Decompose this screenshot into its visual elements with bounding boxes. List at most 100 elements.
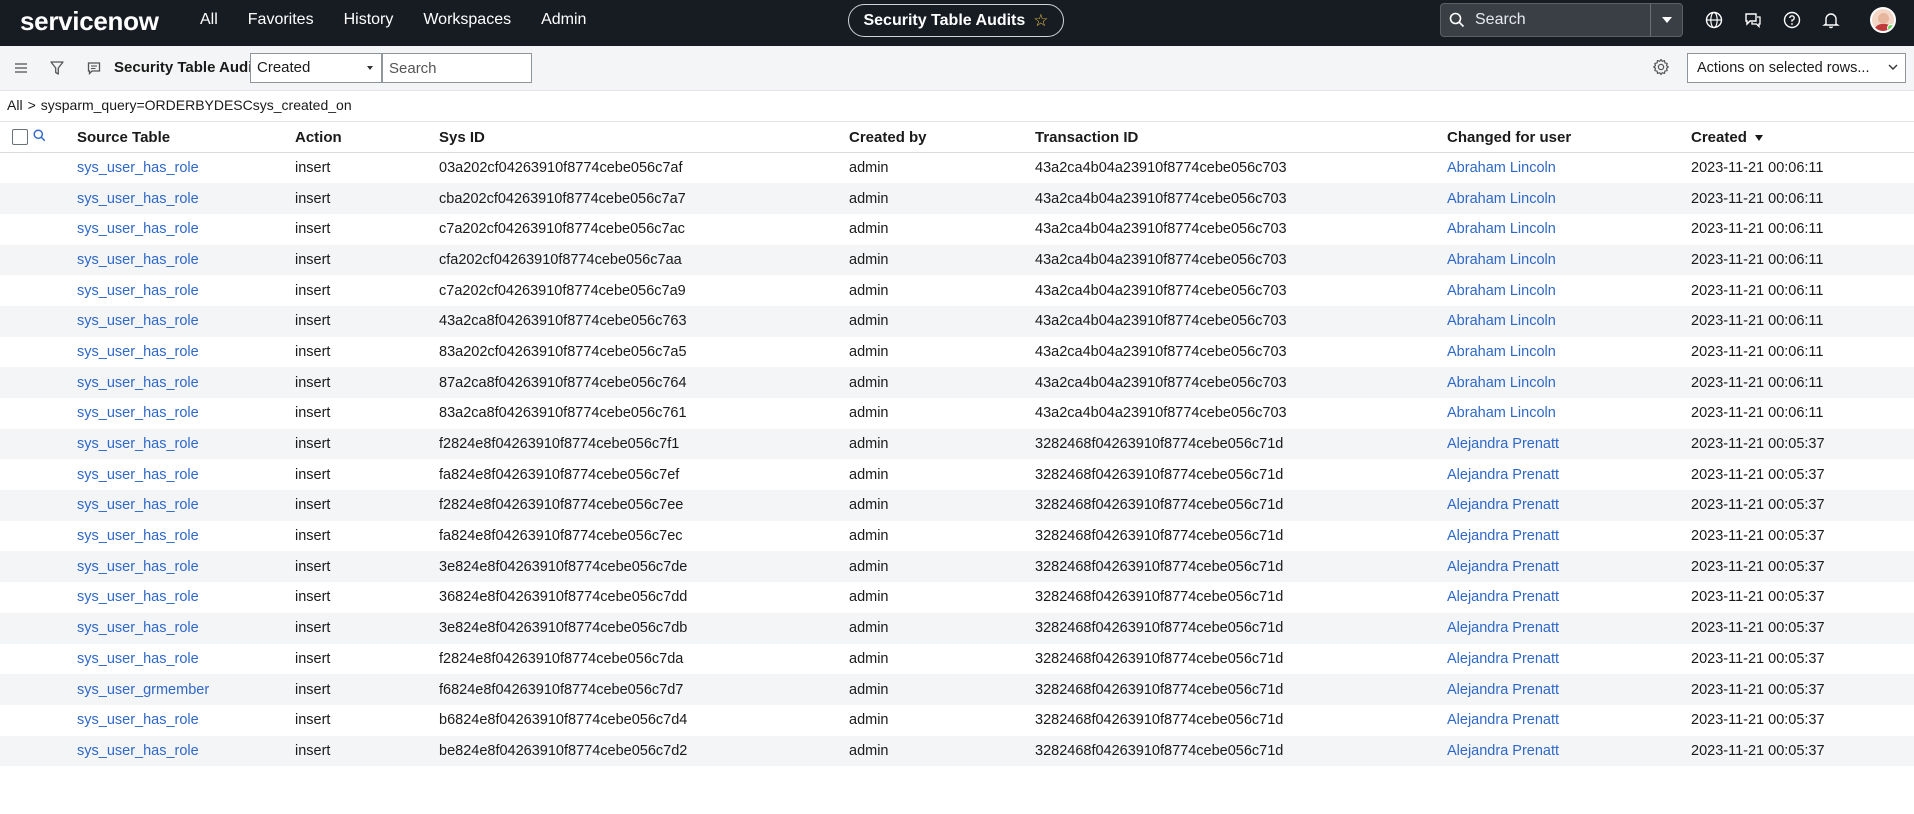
column-header-transaction-id[interactable]: Transaction ID: [1035, 122, 1447, 153]
changed-for-user-link[interactable]: Abraham Lincoln: [1447, 405, 1556, 421]
table-row[interactable]: sys_user_has_role insert 3e824e8f04263910f…: [0, 551, 1914, 583]
source-table-link[interactable]: sys_user_grmember: [77, 682, 209, 698]
star-icon[interactable]: ☆: [1033, 11, 1048, 31]
cell-sys-id: 3e824e8f04263910f8774cebe056c7de: [439, 551, 849, 582]
changed-for-user-link[interactable]: Alejandra Prenatt: [1447, 620, 1559, 636]
source-table-link[interactable]: sys_user_has_role: [77, 528, 199, 544]
table-row[interactable]: sys_user_has_role insert 43a2ca8f04263910f…: [0, 305, 1914, 337]
actions-select[interactable]: Actions on selected rows...: [1687, 53, 1906, 83]
nav-history[interactable]: History: [344, 11, 394, 29]
table-row[interactable]: sys_user_has_role insert fa824e8f04263910f…: [0, 459, 1914, 490]
table-row[interactable]: sys_user_has_role insert 83a202cf04263910f…: [0, 337, 1914, 368]
table-row[interactable]: sys_user_has_role insert cba202cf04263910f…: [0, 183, 1914, 214]
source-table-link[interactable]: sys_user_has_role: [77, 221, 199, 237]
nav-workspaces[interactable]: Workspaces: [423, 11, 511, 29]
source-table-link[interactable]: sys_user_has_role: [77, 313, 199, 329]
changed-for-user-link[interactable]: Alejandra Prenatt: [1447, 651, 1559, 667]
source-table-link[interactable]: sys_user_has_role: [77, 405, 199, 421]
table-row[interactable]: sys_user_has_role insert f2824e8f04263910f…: [0, 490, 1914, 521]
global-search-input[interactable]: Search: [1441, 4, 1650, 36]
source-table-link[interactable]: sys_user_has_role: [77, 375, 199, 391]
source-table-link[interactable]: sys_user_has_role: [77, 743, 199, 759]
cell-sys-id: cba202cf04263910f8774cebe056c7a7: [439, 183, 849, 214]
hamburger-icon[interactable]: [11, 58, 31, 78]
table-row[interactable]: sys_user_has_role insert 3e824e8f04263910f…: [0, 612, 1914, 644]
table-row[interactable]: sys_user_has_role insert c7a202cf04263910f…: [0, 275, 1914, 306]
servicenow-logo[interactable]: servicenow: [20, 4, 159, 38]
cell-created-by: admin: [849, 337, 1035, 368]
table-row[interactable]: sys_user_has_role insert 36824e8f04263910f…: [0, 582, 1914, 613]
column-header-changed-for-user[interactable]: Changed for user: [1447, 122, 1691, 153]
column-header-created-by[interactable]: Created by: [849, 122, 1035, 153]
chat-icon[interactable]: [1742, 10, 1763, 31]
globe-icon[interactable]: [1703, 10, 1724, 31]
column-header-action[interactable]: Action: [295, 122, 439, 153]
source-table-link[interactable]: sys_user_has_role: [77, 160, 199, 176]
source-table-link[interactable]: sys_user_has_role: [77, 467, 199, 483]
table-row[interactable]: sys_user_has_role insert fa824e8f04263910f…: [0, 521, 1914, 552]
changed-for-user-link[interactable]: Abraham Lincoln: [1447, 375, 1556, 391]
changed-for-user-link[interactable]: Alejandra Prenatt: [1447, 559, 1559, 575]
search-icon[interactable]: [33, 128, 46, 142]
table-row[interactable]: sys_user_has_role insert cfa202cf04263910f…: [0, 244, 1914, 276]
user-avatar[interactable]: [1870, 7, 1896, 33]
cell-created: 2023-11-21 00:05:37: [1691, 521, 1914, 552]
changed-for-user-link[interactable]: Alejandra Prenatt: [1447, 497, 1559, 513]
table-row[interactable]: sys_user_has_role insert be824e8f04263910f…: [0, 735, 1914, 767]
table-row[interactable]: sys_user_has_role insert 83a2ca8f04263910f…: [0, 398, 1914, 429]
column-header-created[interactable]: Created: [1691, 122, 1914, 153]
column-header-sys-id[interactable]: Sys ID: [439, 122, 849, 153]
changed-for-user-link[interactable]: Alejandra Prenatt: [1447, 712, 1559, 728]
nav-favorites[interactable]: Favorites: [248, 11, 314, 29]
changed-for-user-link[interactable]: Alejandra Prenatt: [1447, 467, 1559, 483]
source-table-link[interactable]: sys_user_has_role: [77, 712, 199, 728]
column-header-source-table[interactable]: Source Table: [77, 122, 295, 153]
breadcrumb-query[interactable]: sysparm_query=ORDERBYDESCsys_created_on: [41, 97, 352, 113]
help-icon[interactable]: [1781, 10, 1802, 31]
table-row[interactable]: sys_user_has_role insert b6824e8f04263910f…: [0, 705, 1914, 736]
changed-for-user-link[interactable]: Abraham Lincoln: [1447, 313, 1556, 329]
changed-for-user-link[interactable]: Abraham Lincoln: [1447, 191, 1556, 207]
changed-for-user-link[interactable]: Abraham Lincoln: [1447, 252, 1556, 268]
changed-for-user-link[interactable]: Abraham Lincoln: [1447, 160, 1556, 176]
global-search[interactable]: Search: [1440, 3, 1683, 37]
search-scope-dropdown[interactable]: [1650, 4, 1682, 36]
source-table-link[interactable]: sys_user_has_role: [77, 559, 199, 575]
changed-for-user-link[interactable]: Alejandra Prenatt: [1447, 589, 1559, 605]
source-table-link[interactable]: sys_user_has_role: [77, 283, 199, 299]
source-table-link[interactable]: sys_user_has_role: [77, 651, 199, 667]
table-row[interactable]: sys_user_grmember insert f6824e8f04263910f…: [0, 674, 1914, 705]
source-table-link[interactable]: sys_user_has_role: [77, 344, 199, 360]
list-context-icon[interactable]: [84, 58, 104, 78]
source-table-link[interactable]: sys_user_has_role: [77, 497, 199, 513]
search-field-select[interactable]: Created: [250, 53, 382, 83]
source-table-link[interactable]: sys_user_has_role: [77, 589, 199, 605]
gear-icon[interactable]: [1652, 58, 1672, 78]
changed-for-user-link[interactable]: Abraham Lincoln: [1447, 221, 1556, 237]
table-row[interactable]: sys_user_has_role insert c7a202cf04263910f…: [0, 214, 1914, 245]
table-row[interactable]: sys_user_has_role insert f2824e8f04263910f…: [0, 644, 1914, 675]
changed-for-user-link[interactable]: Abraham Lincoln: [1447, 283, 1556, 299]
nav-admin[interactable]: Admin: [541, 11, 586, 29]
breadcrumb-all[interactable]: All: [7, 97, 23, 113]
changed-for-user-link[interactable]: Alejandra Prenatt: [1447, 682, 1559, 698]
source-table-link[interactable]: sys_user_has_role: [77, 620, 199, 636]
source-table-link[interactable]: sys_user_has_role: [77, 252, 199, 268]
row-select-cell: [0, 153, 33, 184]
table-row[interactable]: sys_user_has_role insert 87a2ca8f04263910f…: [0, 367, 1914, 398]
table-row[interactable]: sys_user_has_role insert f2824e8f04263910f…: [0, 428, 1914, 460]
source-table-link[interactable]: sys_user_has_role: [77, 436, 199, 452]
list-search-input[interactable]: Search: [382, 53, 532, 83]
filter-icon[interactable]: [47, 58, 67, 78]
changed-for-user-link[interactable]: Alejandra Prenatt: [1447, 436, 1559, 452]
page-title-pill[interactable]: Security Table Audits ☆: [848, 4, 1064, 37]
source-table-link[interactable]: sys_user_has_role: [77, 191, 199, 207]
table-row[interactable]: sys_user_has_role insert 03a202cf04263910f…: [0, 153, 1914, 184]
select-all-checkbox[interactable]: [12, 129, 28, 145]
bell-icon[interactable]: [1820, 10, 1841, 31]
changed-for-user-link[interactable]: Alejandra Prenatt: [1447, 743, 1559, 759]
changed-for-user-link[interactable]: Alejandra Prenatt: [1447, 528, 1559, 544]
changed-for-user-link[interactable]: Abraham Lincoln: [1447, 344, 1556, 360]
nav-all[interactable]: All: [200, 11, 218, 29]
cell-created: 2023-11-21 00:06:11: [1691, 337, 1914, 368]
